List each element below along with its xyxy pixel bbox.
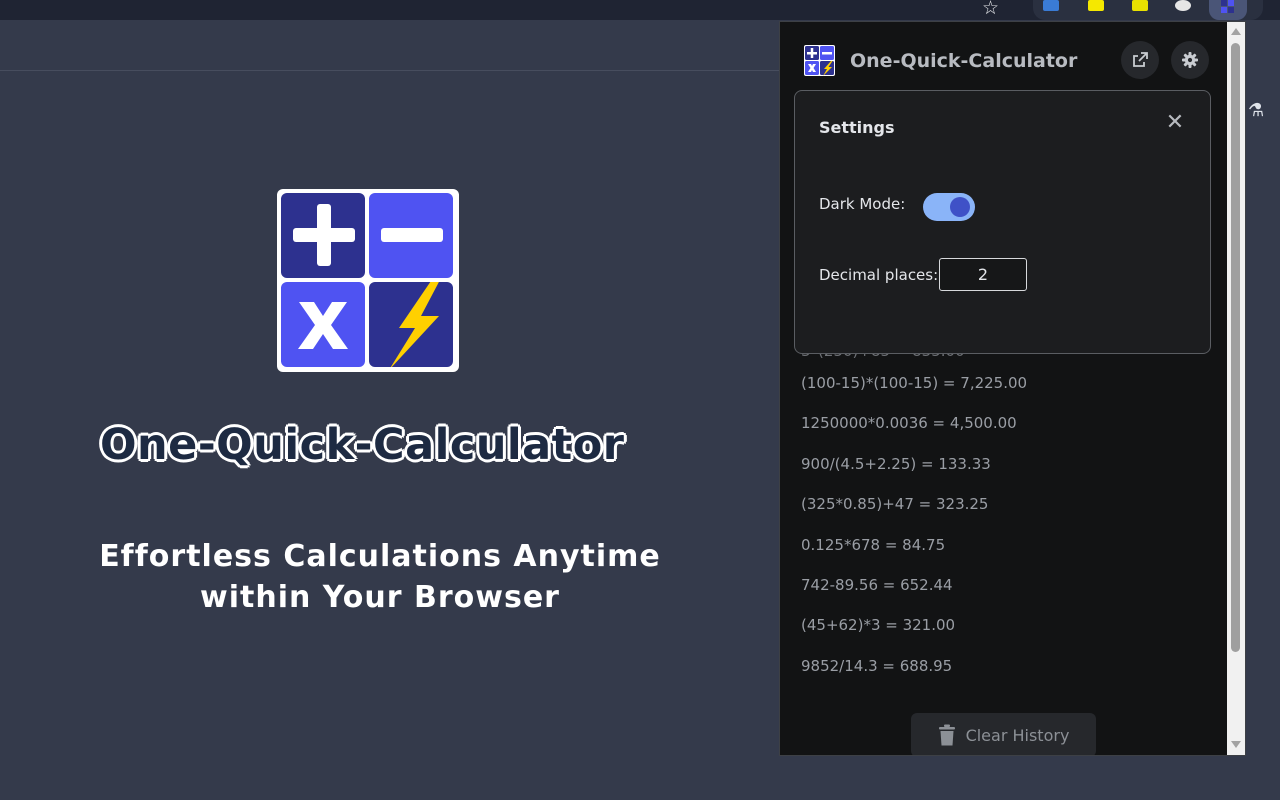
toolbar-divider (0, 70, 780, 71)
minus-icon (381, 228, 443, 242)
extension-circle-icon[interactable] (1175, 0, 1191, 11)
dark-mode-toggle[interactable] (923, 193, 975, 221)
lightning-icon (389, 278, 441, 370)
lightning-tile (369, 278, 453, 370)
extension-calculator-icon[interactable] (1209, 0, 1247, 20)
decimal-places-input[interactable] (939, 258, 1027, 291)
trash-icon (938, 724, 955, 746)
labs-flask-icon[interactable]: ⚗ (1248, 100, 1264, 121)
multiply-tile (281, 282, 365, 367)
plus-tile (281, 193, 365, 278)
history-item[interactable]: 1250000*0.0036 = 4,500.00 (801, 414, 1017, 432)
history-item[interactable]: 0.125*678 = 84.75 (801, 536, 945, 554)
history-item[interactable]: 900/(4.5+2.25) = 133.33 (801, 455, 991, 473)
history-item[interactable]: (45+62)*3 = 321.00 (801, 616, 955, 634)
decimal-places-label: Decimal places: (819, 266, 939, 284)
history-item[interactable]: (100-15)*(100-15) = 7,225.00 (801, 374, 1027, 392)
hero-title: One-Quick-Calculator (100, 420, 625, 470)
gear-icon (1182, 52, 1198, 68)
tagline-line-1: Effortless Calculations Anytime (99, 539, 661, 574)
scroll-thumb[interactable] (1231, 43, 1240, 652)
popup-title: One-Quick-Calculator (850, 50, 1078, 72)
clear-history-label: Clear History (965, 725, 1070, 745)
clear-history-button[interactable]: Clear History (911, 713, 1096, 755)
scroll-down-arrow-icon[interactable] (1231, 741, 1241, 748)
toggle-knob (950, 197, 970, 217)
history-item[interactable]: (325*0.85)+47 = 323.25 (801, 495, 988, 513)
extension-sticky-note-icon[interactable] (1088, 0, 1104, 11)
minus-tile (369, 193, 453, 278)
dark-mode-label: Dark Mode: (819, 195, 906, 213)
bookmark-star-icon[interactable]: ☆ (982, 0, 999, 18)
plus-icon (293, 204, 355, 266)
extension-translate-icon[interactable] (1043, 0, 1059, 11)
hero-tagline: Effortless Calculations Anytime within Y… (60, 536, 700, 618)
app-logo-icon (804, 45, 835, 76)
open-external-icon (1133, 52, 1148, 67)
settings-button[interactable] (1171, 41, 1209, 79)
history-item[interactable]: 742-89.56 = 652.44 (801, 576, 953, 594)
tagline-line-2: within Your Browser (200, 580, 560, 615)
multiply-icon (298, 302, 348, 349)
close-icon[interactable]: ✕ (1163, 109, 1187, 137)
popup-scrollbar[interactable] (1227, 22, 1245, 755)
hero-logo (277, 189, 459, 372)
extension-highlighter-icon[interactable] (1132, 0, 1148, 11)
scroll-up-arrow-icon[interactable] (1231, 28, 1241, 35)
open-external-button[interactable] (1121, 41, 1159, 79)
history-item[interactable]: 9852/14.3 = 688.95 (801, 657, 952, 675)
settings-dialog: Settings ✕ Dark Mode: Decimal places: (794, 90, 1211, 354)
settings-title: Settings (819, 118, 895, 137)
